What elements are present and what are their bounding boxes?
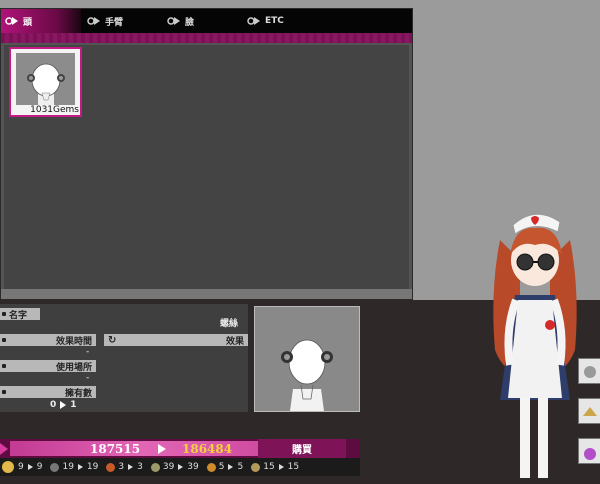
name-label: 名字 xyxy=(9,310,28,321)
tab-face[interactable]: 臉 xyxy=(167,9,194,33)
bullet-icon xyxy=(2,390,6,394)
buy-button[interactable]: 購買 xyxy=(258,439,346,458)
effect-time-value: - xyxy=(86,347,90,357)
cog-arrow-icon xyxy=(87,15,101,27)
owned-to: 1 xyxy=(70,400,77,410)
bullet-icon xyxy=(2,338,6,342)
side-button-1[interactable] xyxy=(578,358,600,384)
tab-label: 手臂 xyxy=(105,17,124,28)
stat-6: 15 15 xyxy=(251,462,299,472)
sun-icon xyxy=(2,461,14,473)
cog-arrow-icon xyxy=(247,15,261,27)
arrow-icon xyxy=(77,464,83,470)
stat-from: 39 xyxy=(162,462,175,472)
arrow-icon xyxy=(178,464,184,470)
stat-1: 99 xyxy=(18,462,42,472)
nurse-character xyxy=(493,213,577,478)
tab-head[interactable]: 頭 xyxy=(1,9,81,33)
tab-arm[interactable]: 手臂 xyxy=(87,9,123,33)
tab-label: ETC xyxy=(265,16,284,26)
character-icon xyxy=(584,366,596,378)
item-card[interactable]: 1031Gems xyxy=(9,47,82,117)
item-grid: 1031Gems xyxy=(4,45,409,289)
tab-bar: 頭 手臂 臉 ETC xyxy=(1,9,412,33)
use-place-label: 使用場所 xyxy=(55,362,92,373)
stats-row: 99 19 19 33 39 39 55 15 15 xyxy=(0,458,360,476)
tab-strip xyxy=(1,33,412,43)
tab-etc[interactable]: ETC xyxy=(247,9,284,33)
arrow-icon xyxy=(158,444,166,454)
name-value: 螺絲 xyxy=(220,319,239,329)
details-panel: 名字 螺絲 效果時間 - ↻ 效果 使用場所 - 擁有數 01 xyxy=(0,304,248,412)
item-window: 頭 手臂 臉 ETC 1031Gems xyxy=(0,8,413,300)
stat-to: 19 xyxy=(86,462,99,472)
item-icon xyxy=(583,407,597,416)
owned-label: 擁有數 xyxy=(64,388,92,399)
effect-label: 效果 xyxy=(225,336,244,347)
stat-2: 19 19 xyxy=(50,462,98,472)
bullet-icon xyxy=(2,312,6,316)
potion-icon xyxy=(584,448,596,460)
effect-time-label: 效果時間 xyxy=(55,336,92,347)
stat-from: 3 xyxy=(118,462,125,472)
stat-3: 33 xyxy=(106,462,143,472)
tab-label: 頭 xyxy=(23,17,33,28)
effect-tab: ↻ 效果 xyxy=(104,334,248,347)
tab-label: 臉 xyxy=(185,17,195,28)
stat-from: 15 xyxy=(263,462,275,472)
effect-time-tab: 效果時間 xyxy=(0,334,96,347)
stat-icon xyxy=(251,462,261,472)
item-price: 1031Gems xyxy=(29,105,80,115)
stat-to: 39 xyxy=(187,462,199,472)
owned-tab: 擁有數 xyxy=(0,386,96,399)
mannequin-head-preview xyxy=(281,339,333,411)
arrow-icon xyxy=(128,464,134,470)
use-place-tab: 使用場所 xyxy=(0,360,96,373)
stat-icon xyxy=(50,462,60,472)
stat-icon xyxy=(150,462,160,472)
currency-bar: 187515 186484 購買 xyxy=(0,439,360,458)
window-footer xyxy=(1,289,412,299)
side-button-2[interactable] xyxy=(578,398,600,424)
stat-from: 9 xyxy=(18,462,24,472)
cog-arrow-icon xyxy=(167,15,181,27)
currency-after: 186484 xyxy=(182,442,233,456)
item-preview xyxy=(254,306,360,412)
stat-to: 15 xyxy=(287,462,300,472)
item-thumbnail xyxy=(16,53,75,105)
stat-from: 19 xyxy=(62,462,74,472)
stat-to: 3 xyxy=(137,462,143,472)
arrow-icon xyxy=(278,464,284,470)
stat-to: 5 xyxy=(237,462,244,472)
arrow-icon xyxy=(228,464,234,470)
stat-from: 5 xyxy=(218,462,225,472)
stat-5: 55 xyxy=(206,462,244,472)
currency-current: 187515 xyxy=(90,442,141,456)
bullet-icon xyxy=(2,364,6,368)
arrow-icon xyxy=(27,464,33,470)
owned-count: 01 xyxy=(50,400,77,410)
stat-icon xyxy=(206,462,216,472)
stat-to: 9 xyxy=(36,462,43,472)
stat-4: 39 39 xyxy=(150,462,199,472)
cog-arrow-icon xyxy=(5,15,19,27)
use-place-value: - xyxy=(86,373,90,383)
gem-icon xyxy=(0,443,8,455)
stat-icon xyxy=(106,462,116,472)
owned-from: 0 xyxy=(50,400,57,410)
arrow-icon xyxy=(60,400,67,409)
side-button-3[interactable] xyxy=(578,438,600,464)
name-label-tab: 名字 xyxy=(0,308,40,321)
refresh-icon: ↻ xyxy=(108,334,117,346)
